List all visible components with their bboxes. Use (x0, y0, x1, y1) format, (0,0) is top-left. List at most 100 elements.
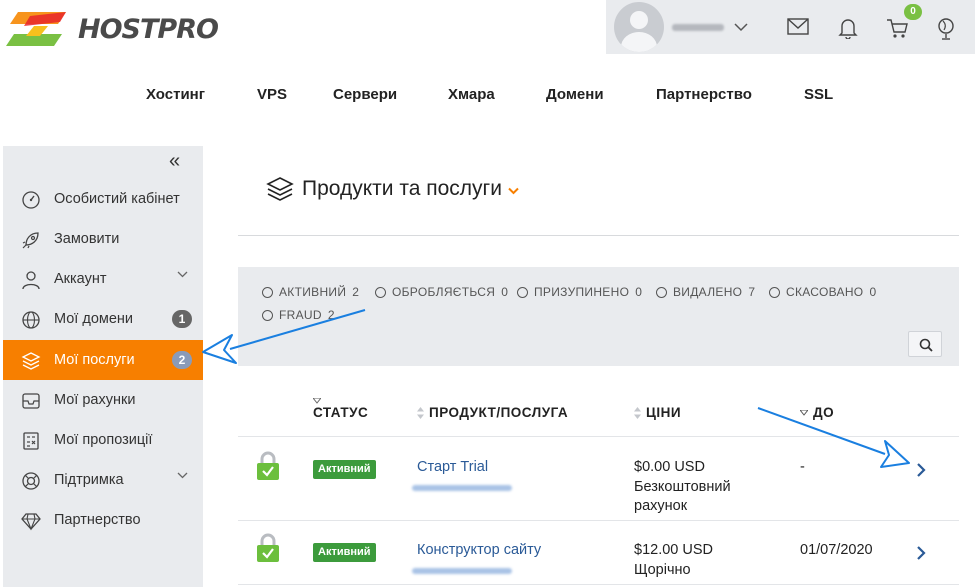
sidebar-item-quotes[interactable]: Мої пропозиції (3, 420, 203, 460)
brand-name: HOSTPRO (78, 13, 219, 45)
radio-button[interactable] (656, 286, 667, 298)
sidebar-item-label: Мої послуги (54, 352, 135, 368)
top-navigation: Хостинг VPS Сервери Хмара Домени Партнер… (0, 86, 975, 106)
filter-deleted[interactable]: ВИДАЛЕНО 7 (656, 285, 755, 299)
search-icon (919, 338, 933, 352)
chevron-right-icon[interactable] (916, 462, 926, 478)
divider (238, 584, 959, 585)
cart-icon[interactable] (886, 19, 908, 39)
radio-button[interactable] (375, 286, 386, 298)
divider (238, 520, 959, 521)
filter-cancelled[interactable]: СКАСОВАНО 0 (769, 285, 876, 299)
topnav-item-servers[interactable]: Сервери (333, 86, 397, 103)
filter-count: 7 (748, 285, 756, 299)
mail-icon[interactable] (787, 18, 809, 35)
filter-processing[interactable]: ОБРОБЛЯЄТЬСЯ 0 (375, 285, 508, 299)
topnav-item-ssl[interactable]: SSL (804, 86, 833, 103)
topnav-item-partnership[interactable]: Партнерство (656, 86, 752, 103)
sidebar: « Особистий кабінет Замовити Аккаунт Мої… (3, 146, 203, 587)
column-header-status[interactable]: СТАТУС (313, 405, 368, 420)
status-badge: Активний (313, 460, 376, 479)
filter-label: ПРИЗУПИНЕНО (534, 285, 630, 299)
filter-label: АКТИВНИЙ (279, 285, 347, 299)
sidebar-item-label: Партнерство (54, 512, 141, 528)
page-title: Продукти та послуги (302, 177, 502, 200)
radio-button[interactable] (517, 286, 528, 298)
column-header-due[interactable]: ДО (800, 405, 834, 420)
sidebar-item-account[interactable]: Аккаунт (3, 259, 203, 299)
rocket-icon (22, 232, 39, 249)
chevron-right-icon[interactable] (916, 545, 926, 561)
globe-icon (22, 311, 40, 329)
globe-icon[interactable] (936, 17, 956, 41)
lock-icon (257, 451, 279, 480)
radio-button[interactable] (769, 286, 780, 298)
filter-count: 0 (635, 285, 643, 299)
topnav-item-vps[interactable]: VPS (257, 86, 287, 103)
filter-active[interactable]: АКТИВНИЙ 2 (262, 285, 359, 299)
product-link[interactable]: Конструктор сайту (417, 542, 541, 558)
divider (238, 235, 959, 236)
lifebuoy-icon (22, 472, 40, 490)
sidebar-item-order[interactable]: Замовити (3, 219, 203, 259)
sidebar-item-label: Особистий кабінет (54, 191, 180, 207)
filter-count: 2 (327, 308, 335, 322)
sort-desc-icon[interactable] (313, 398, 321, 404)
filter-suspended[interactable]: ПРИЗУПИНЕНО 0 (517, 285, 642, 299)
layers-icon (21, 352, 41, 370)
product-link[interactable]: Старт Trial (417, 459, 488, 475)
username-redacted[interactable] (672, 23, 724, 31)
price-amount: $0.00 USD (634, 459, 705, 475)
price-cell: $12.00 USD Щорічно (634, 541, 713, 580)
filter-label: ВИДАЛЕНО (673, 285, 743, 299)
status-badge: Активний (313, 543, 376, 562)
column-label: СТАТУС (313, 405, 369, 420)
topnav-item-domains[interactable]: Домени (546, 86, 604, 103)
filter-fraud[interactable]: FRAUD 2 (262, 308, 335, 322)
radio-button[interactable] (262, 309, 273, 321)
status-filter-panel: АКТИВНИЙ 2 ОБРОБЛЯЄТЬСЯ 0 ПРИЗУПИНЕНО 0 … (238, 267, 959, 366)
column-label: ПРОДУКТ/ПОСЛУГА (429, 405, 569, 420)
sidebar-item-dashboard[interactable]: Особистий кабінет (3, 179, 203, 219)
sidebar-item-label: Мої рахунки (54, 392, 136, 408)
domains-count-badge: 1 (172, 310, 192, 328)
billing-cycle: Щорічно (634, 561, 691, 578)
topnav-item-cloud[interactable]: Хмара (448, 86, 495, 103)
divider (238, 436, 959, 437)
topnav-item-hosting[interactable]: Хостинг (146, 86, 205, 103)
sidebar-item-label: Мої пропозиції (54, 432, 153, 448)
sidebar-item-invoices[interactable]: Мої рахунки (3, 380, 203, 420)
chevron-down-icon (177, 271, 188, 278)
search-button[interactable] (908, 331, 942, 357)
sort-icon (417, 406, 424, 419)
price-amount: $12.00 USD (634, 542, 713, 558)
sort-icon (634, 406, 641, 419)
filter-count: 2 (352, 285, 360, 299)
column-header-price[interactable]: ЦІНИ (634, 405, 681, 420)
billing-cycle: Безкоштовний (634, 478, 731, 495)
dashboard-icon (22, 191, 40, 209)
sidebar-item-domains[interactable]: Мої домени 1 (3, 299, 203, 339)
services-count-badge: 2 (172, 351, 192, 369)
sidebar-item-partnership[interactable]: Партнерство (3, 500, 203, 540)
filter-count: 0 (501, 285, 509, 299)
chevron-down-icon[interactable] (734, 22, 748, 32)
sidebar-collapse-button[interactable]: « (169, 150, 180, 173)
bell-icon[interactable] (838, 17, 858, 39)
sidebar-item-support[interactable]: Підтримка (3, 460, 203, 500)
due-date: 01/07/2020 (800, 542, 873, 558)
price-cell: $0.00 USD Безкоштовний рахунок (634, 458, 731, 517)
filter-label: ОБРОБЛЯЄТЬСЯ (392, 285, 496, 299)
chevron-down-icon[interactable] (508, 187, 519, 195)
layers-icon (266, 177, 294, 201)
filter-count: 0 (869, 285, 877, 299)
column-header-product[interactable]: ПРОДУКТ/ПОСЛУГА (417, 405, 568, 420)
user-avatar[interactable] (614, 2, 664, 52)
filter-label: FRAUD (279, 308, 322, 322)
column-label: ДО (813, 405, 835, 420)
brand-logo[interactable]: HOSTPRO (4, 8, 219, 50)
sidebar-item-services[interactable]: Мої послуги 2 (3, 340, 203, 380)
radio-button[interactable] (262, 286, 273, 298)
lock-icon (257, 533, 279, 562)
sidebar-item-label: Замовити (54, 231, 120, 247)
